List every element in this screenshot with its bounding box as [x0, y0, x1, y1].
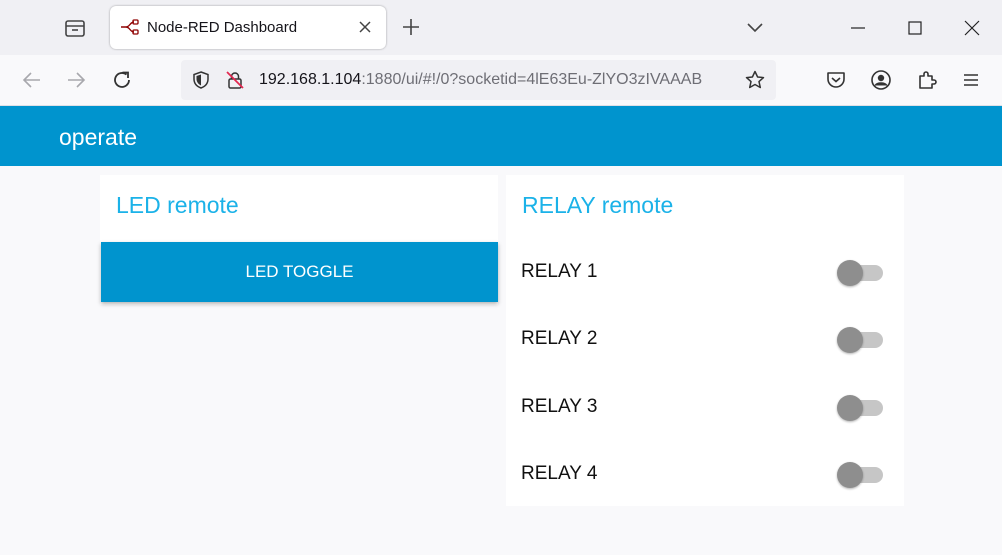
hamburger-menu-icon[interactable]	[959, 68, 983, 92]
led-card-title: LED remote	[116, 192, 239, 218]
close-tab-icon[interactable]	[356, 18, 374, 36]
relay-2-label: RELAY 2	[521, 328, 598, 349]
relay-2-switch[interactable]	[837, 327, 883, 353]
chevron-down-icon[interactable]	[744, 18, 766, 36]
url-bar[interactable]: 192.168.1.104:1880/ui/#!/0?socketid=4lE6…	[181, 60, 776, 100]
browser-tab[interactable]: Node-RED Dashboard	[110, 6, 386, 49]
relay-remote-card: RELAY remote RELAY 1 RELAY 2 RELAY 3 REL…	[506, 175, 904, 506]
switch-thumb	[837, 462, 863, 488]
relay-4-label: RELAY 4	[521, 463, 598, 484]
insecure-lock-icon[interactable]	[225, 70, 245, 90]
pocket-icon[interactable]	[824, 68, 848, 92]
switch-thumb	[837, 395, 863, 421]
switch-thumb	[837, 260, 863, 286]
relay-row: RELAY 2	[506, 310, 904, 370]
firefox-view-icon[interactable]	[58, 12, 92, 44]
close-window-icon[interactable]	[962, 18, 982, 38]
back-arrow-icon[interactable]	[20, 68, 44, 92]
relay-3-switch[interactable]	[837, 395, 883, 421]
relay-4-switch[interactable]	[837, 462, 883, 488]
node-red-favicon-icon	[120, 18, 140, 36]
switch-thumb	[837, 327, 863, 353]
bookmark-star-icon[interactable]	[744, 69, 766, 91]
reload-icon[interactable]	[110, 68, 134, 92]
tab-title: Node-RED Dashboard	[147, 19, 298, 36]
minimize-icon[interactable]	[848, 18, 868, 38]
led-remote-card: LED remote LED TOGGLE	[100, 175, 498, 305]
url-host: 192.168.1.104	[259, 71, 362, 88]
shield-icon[interactable]	[191, 70, 211, 90]
url-path: :1880/ui/#!/0?socketid=4lE63Eu-ZlYO3zIVA…	[361, 71, 703, 88]
relay-row: RELAY 1	[506, 243, 904, 303]
relay-row: RELAY 3	[506, 378, 904, 438]
relay-3-label: RELAY 3	[521, 396, 598, 417]
new-tab-icon[interactable]	[400, 16, 422, 38]
relay-1-label: RELAY 1	[521, 261, 598, 282]
forward-arrow-icon[interactable]	[64, 68, 88, 92]
dashboard-title: operate	[59, 124, 138, 150]
dashboard-toolbar: operate	[0, 106, 1002, 166]
url-text[interactable]: 192.168.1.104:1880/ui/#!/0?socketid=4lE6…	[259, 71, 729, 89]
relay-card-title: RELAY remote	[522, 192, 674, 218]
browser-tab-bar: Node-RED Dashboard	[0, 0, 1002, 55]
relay-row: RELAY 4	[506, 445, 904, 505]
account-icon[interactable]	[869, 68, 893, 92]
relay-1-switch[interactable]	[837, 260, 883, 286]
browser-nav-bar: 192.168.1.104:1880/ui/#!/0?socketid=4lE6…	[0, 55, 1002, 106]
maximize-icon[interactable]	[905, 18, 925, 38]
extensions-puzzle-icon[interactable]	[915, 68, 939, 92]
led-toggle-button[interactable]: LED TOGGLE	[101, 242, 498, 302]
